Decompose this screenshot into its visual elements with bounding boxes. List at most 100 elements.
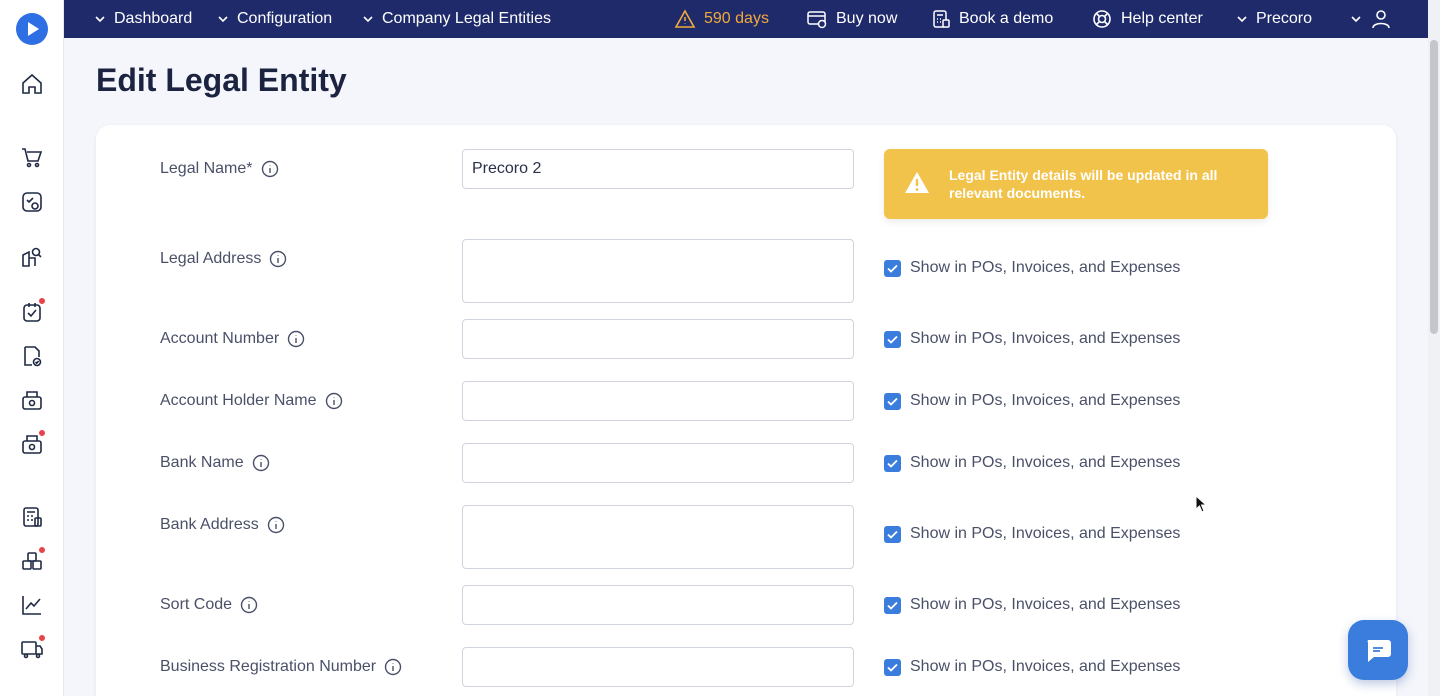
company-name: Precoro xyxy=(1256,10,1313,27)
inventory-icon[interactable] xyxy=(20,546,46,573)
tasks-icon[interactable] xyxy=(20,297,46,324)
chat-icon xyxy=(1367,640,1391,662)
business-registration-number-label: Business Registration Number xyxy=(160,658,402,676)
bank-address-textarea[interactable] xyxy=(462,505,854,569)
checkbox-label: Show in POs, Invoices, and Expenses xyxy=(910,259,1181,276)
checkbox-checked[interactable] xyxy=(884,454,901,472)
breadcrumb-configuration-label: Configuration xyxy=(237,10,333,27)
checkbox-label: Show in POs, Invoices, and Expenses xyxy=(910,392,1181,409)
account-holder-name-label: Account Holder Name xyxy=(160,392,343,410)
checkbox-checked[interactable] xyxy=(884,330,901,348)
alert-text: Legal Entity details will be updated in … xyxy=(949,167,1218,201)
receipts-icon[interactable] xyxy=(20,388,44,412)
scrollbar-thumb[interactable] xyxy=(1430,40,1438,334)
page-scrollbar[interactable] xyxy=(1428,0,1440,696)
sort-code-input[interactable] xyxy=(462,585,854,625)
sort-code-show-checkbox[interactable]: Show in POs, Invoices, and Expenses xyxy=(884,596,1180,614)
info-icon[interactable] xyxy=(384,658,402,676)
field-label-text: Bank Name xyxy=(160,454,244,471)
chevron-down-icon xyxy=(218,16,228,23)
warning-icon xyxy=(674,9,696,28)
checkbox-label: Show in POs, Invoices, and Expenses xyxy=(910,454,1181,471)
checkmark-icon xyxy=(887,264,898,273)
info-icon[interactable] xyxy=(252,454,270,472)
chevron-down-icon xyxy=(95,16,105,23)
sort-code-label: Sort Code xyxy=(160,596,258,614)
purchase-requests-icon[interactable] xyxy=(20,145,44,169)
checkbox-label: Show in POs, Invoices, and Expenses xyxy=(910,596,1181,613)
account-holder-name-input[interactable] xyxy=(462,381,854,421)
field-label-text: Legal Address xyxy=(160,250,262,267)
chevron-down-icon xyxy=(1351,16,1361,23)
legal-address-show-checkbox[interactable]: Show in POs, Invoices, and Expenses xyxy=(884,259,1180,277)
checkbox-checked[interactable] xyxy=(884,259,901,277)
top-navigation-bar: Dashboard Configuration Company Legal En… xyxy=(64,0,1428,38)
field-label-text: Bank Address xyxy=(160,516,259,533)
credit-card-icon xyxy=(807,11,827,29)
suppliers-icon[interactable] xyxy=(20,245,44,269)
company-switcher[interactable]: Precoro xyxy=(1236,0,1312,38)
field-label-text: Sort Code xyxy=(160,596,233,613)
legal-name-label: Legal Name* xyxy=(160,160,279,178)
account-number-input[interactable] xyxy=(462,319,854,359)
notification-dot xyxy=(38,546,46,554)
info-icon[interactable] xyxy=(269,250,287,268)
legal-address-label: Legal Address xyxy=(160,250,287,268)
trial-days-text: 590 days xyxy=(704,10,769,27)
field-label-text: Business Registration Number xyxy=(160,658,377,675)
breadcrumb-configuration[interactable]: Configuration xyxy=(217,0,332,38)
bank-name-input[interactable] xyxy=(462,443,854,483)
bank-name-label: Bank Name xyxy=(160,454,270,472)
notification-dot xyxy=(38,429,46,437)
home-icon[interactable] xyxy=(20,72,44,96)
precoro-logo[interactable] xyxy=(16,13,48,45)
bank-address-show-checkbox[interactable]: Show in POs, Invoices, and Expenses xyxy=(884,525,1180,543)
info-icon[interactable] xyxy=(287,330,305,348)
field-label-text: Legal Name* xyxy=(160,160,253,177)
expenses-icon[interactable] xyxy=(20,634,46,661)
breadcrumb-dashboard[interactable]: Dashboard xyxy=(94,0,192,38)
info-icon[interactable] xyxy=(261,160,279,178)
business-registration-number-show-checkbox[interactable]: Show in POs, Invoices, and Expenses xyxy=(884,658,1180,676)
approvals-icon[interactable] xyxy=(20,190,44,214)
reports-icon[interactable] xyxy=(20,593,44,617)
checkmark-icon xyxy=(887,530,898,539)
checkbox-checked[interactable] xyxy=(884,525,901,543)
budgets-icon[interactable] xyxy=(20,505,44,529)
info-icon[interactable] xyxy=(267,516,285,534)
chat-widget-button[interactable] xyxy=(1348,620,1408,680)
buy-now-button[interactable]: Buy now xyxy=(806,0,897,38)
checkbox-checked[interactable] xyxy=(884,596,901,614)
legal-address-textarea[interactable] xyxy=(462,239,854,303)
field-label-text: Account Holder Name xyxy=(160,392,317,409)
bank-address-label: Bank Address xyxy=(160,516,285,534)
breadcrumb-dashboard-label: Dashboard xyxy=(114,10,193,27)
user-menu[interactable] xyxy=(1350,0,1400,38)
purchase-orders-icon[interactable] xyxy=(20,344,44,368)
help-center-button[interactable]: Help center xyxy=(1091,0,1203,38)
checkmark-icon xyxy=(887,663,898,672)
sidebar xyxy=(0,0,64,696)
checkbox-checked[interactable] xyxy=(884,392,901,410)
breadcrumb-legal-entities[interactable]: Company Legal Entities xyxy=(362,0,551,38)
calculator-icon xyxy=(933,10,950,28)
checkbox-label: Show in POs, Invoices, and Expenses xyxy=(910,330,1181,347)
bank-name-show-checkbox[interactable]: Show in POs, Invoices, and Expenses xyxy=(884,454,1180,472)
account-number-label: Account Number xyxy=(160,330,305,348)
trial-days-indicator[interactable]: 590 days xyxy=(674,0,769,38)
notification-dot xyxy=(38,634,46,642)
info-icon[interactable] xyxy=(240,596,258,614)
lifebuoy-icon xyxy=(1093,10,1111,28)
invoices-icon[interactable] xyxy=(20,429,46,456)
checkmark-icon xyxy=(887,459,898,468)
checkmark-icon xyxy=(887,335,898,344)
account-number-show-checkbox[interactable]: Show in POs, Invoices, and Expenses xyxy=(884,330,1180,348)
warning-icon xyxy=(905,172,929,193)
info-icon[interactable] xyxy=(325,392,343,410)
checkbox-checked[interactable] xyxy=(884,658,901,676)
legal-name-input[interactable] xyxy=(462,149,854,189)
business-registration-number-input[interactable] xyxy=(462,647,854,687)
account-holder-name-show-checkbox[interactable]: Show in POs, Invoices, and Expenses xyxy=(884,392,1180,410)
book-demo-button[interactable]: Book a demo xyxy=(931,0,1053,38)
book-demo-label: Book a demo xyxy=(959,10,1054,27)
